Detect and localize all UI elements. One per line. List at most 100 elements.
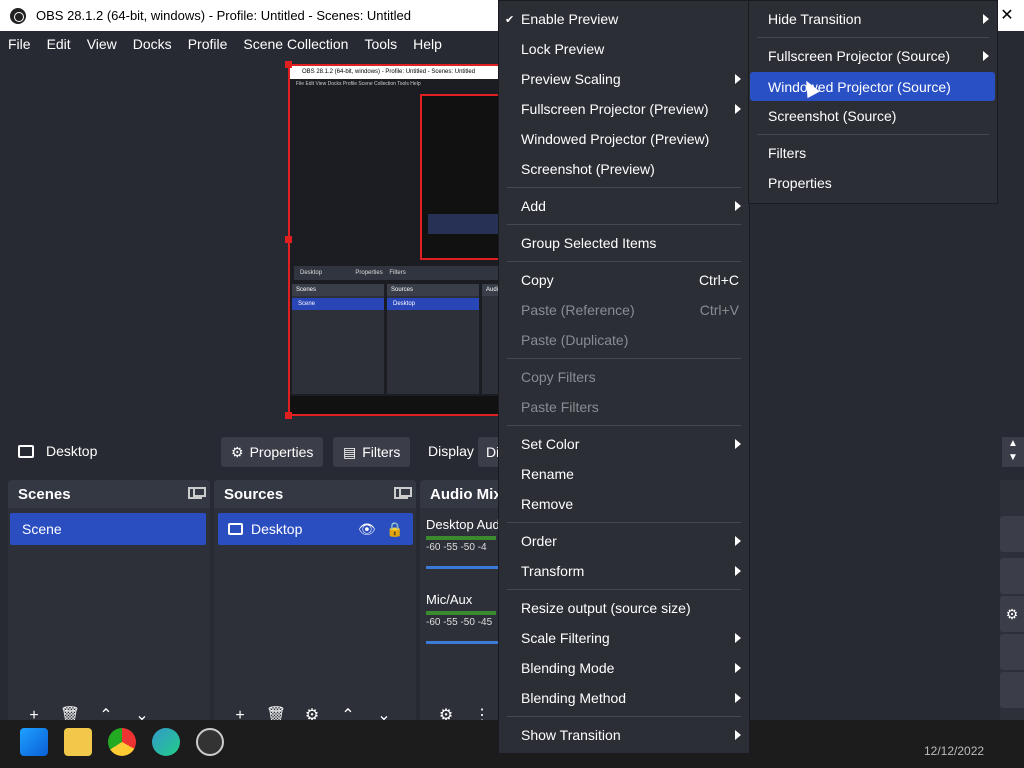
menu-item-order[interactable]: Order bbox=[499, 526, 749, 556]
chevron-right-icon bbox=[735, 201, 741, 211]
menu-item-filters[interactable]: Filters bbox=[749, 138, 997, 168]
gear-icon[interactable]: ⚙ bbox=[1000, 596, 1024, 632]
window-title: OBS 28.1.2 (64-bit, windows) - Profile: … bbox=[36, 8, 411, 23]
clock: 12/12/2022 bbox=[924, 744, 985, 758]
menu-file[interactable]: File bbox=[0, 36, 39, 52]
menu-item-transform[interactable]: Transform bbox=[499, 556, 749, 586]
close-icon[interactable]: ✕ bbox=[996, 4, 1018, 26]
control-button[interactable] bbox=[1000, 634, 1024, 670]
menu-item-copy[interactable]: Copy Ctrl+C bbox=[499, 265, 749, 295]
menu-item-label: Remove bbox=[521, 496, 574, 512]
menu-item-show-transition[interactable]: Show Transition bbox=[499, 720, 749, 750]
menu-item-copy-filters: Copy Filters bbox=[499, 362, 749, 392]
menu-item-label: Set Color bbox=[521, 436, 580, 452]
menu-item-label: Group Selected Items bbox=[521, 235, 657, 251]
control-button[interactable] bbox=[1000, 516, 1024, 552]
menu-item-rename[interactable]: Rename bbox=[499, 459, 749, 489]
chevron-right-icon bbox=[735, 663, 741, 673]
preview-source-frame[interactable]: OBS 28.1.2 (64-bit, windows) - Profile: … bbox=[288, 64, 500, 416]
menu-separator bbox=[507, 187, 741, 188]
menu-item-label: Add bbox=[521, 198, 546, 214]
scenes-title: Scenes bbox=[18, 485, 71, 503]
menu-help[interactable]: Help bbox=[405, 36, 450, 52]
chrome-icon[interactable] bbox=[108, 728, 136, 756]
undock-icon[interactable] bbox=[394, 487, 412, 499]
menu-item-label: Blending Mode bbox=[521, 660, 615, 676]
menu-item-preview-scaling[interactable]: Preview Scaling bbox=[499, 64, 749, 94]
menu-item-label: Screenshot (Preview) bbox=[521, 161, 655, 177]
menu-item-screenshot-source[interactable]: Screenshot (Source) bbox=[749, 101, 997, 131]
menu-item-label: Resize output (source size) bbox=[521, 600, 691, 616]
menu-item-screenshot-preview[interactable]: Screenshot (Preview) bbox=[499, 154, 749, 184]
menu-item-scale-filtering[interactable]: Scale Filtering bbox=[499, 623, 749, 653]
nested-scenes-dock: Scenes Scene bbox=[292, 284, 384, 394]
resize-handle[interactable] bbox=[285, 412, 292, 419]
undock-icon[interactable] bbox=[188, 487, 206, 499]
meter-scale: -60 -55 -50 -45 bbox=[426, 617, 493, 628]
menu-item-label: Hide Transition bbox=[768, 11, 862, 27]
menu-separator bbox=[507, 261, 741, 262]
menu-item-enable-preview[interactable]: ✔ Enable Preview bbox=[499, 4, 749, 34]
menu-item-label: Transform bbox=[521, 563, 585, 579]
nested-menu: File Edit View Docks Profile Scene Colle… bbox=[296, 81, 421, 87]
volume-slider[interactable] bbox=[426, 566, 502, 569]
eye-icon[interactable]: 👁 bbox=[358, 521, 376, 538]
filters-icon: ▤ bbox=[343, 443, 357, 460]
menu-separator bbox=[507, 425, 741, 426]
lock-icon[interactable]: 🔒 bbox=[386, 521, 403, 538]
menu-tools[interactable]: Tools bbox=[356, 36, 405, 52]
obs-taskbar-icon[interactable] bbox=[196, 728, 224, 756]
nested-source-item: Desktop bbox=[387, 298, 479, 310]
chevron-right-icon bbox=[735, 633, 741, 643]
resize-handle[interactable] bbox=[285, 236, 292, 243]
check-icon: ✔ bbox=[505, 13, 515, 26]
gear-icon: ⚙ bbox=[231, 443, 244, 460]
file-explorer-icon[interactable] bbox=[64, 728, 92, 756]
scene-item[interactable]: Scene bbox=[10, 513, 206, 545]
menu-item-label: Lock Preview bbox=[521, 41, 605, 57]
control-button[interactable] bbox=[1000, 672, 1024, 708]
menu-item-label: Copy Filters bbox=[521, 369, 596, 385]
resize-handle[interactable] bbox=[285, 61, 292, 68]
edge-icon[interactable] bbox=[152, 728, 180, 756]
menu-item-group-selected[interactable]: Group Selected Items bbox=[499, 228, 749, 258]
control-button[interactable] bbox=[1000, 558, 1024, 594]
source-item[interactable]: Desktop 👁 🔒 bbox=[218, 513, 413, 545]
menu-item-lock-preview[interactable]: Lock Preview bbox=[499, 34, 749, 64]
menu-view[interactable]: View bbox=[79, 36, 125, 52]
source-item-label: Desktop bbox=[251, 521, 303, 537]
menu-item-fullscreen-projector-source[interactable]: Fullscreen Projector (Source) bbox=[749, 41, 997, 71]
menu-profile[interactable]: Profile bbox=[180, 36, 236, 52]
menu-item-hide-transition[interactable]: Hide Transition bbox=[749, 4, 997, 34]
filters-label: Filters bbox=[362, 444, 401, 460]
menu-item-blending-method[interactable]: Blending Method bbox=[499, 683, 749, 713]
spinner-arrows-icon[interactable]: ▲ ▼ bbox=[1002, 437, 1024, 467]
menu-item-label: Enable Preview bbox=[521, 11, 619, 27]
menu-item-shortcut: Ctrl+C bbox=[698, 272, 739, 288]
nested-sources-header: Sources bbox=[387, 284, 479, 296]
filters-button[interactable]: ▤ Filters bbox=[333, 437, 411, 467]
menu-scene-collection[interactable]: Scene Collection bbox=[235, 36, 356, 52]
menu-item-windowed-projector-preview[interactable]: Windowed Projector (Preview) bbox=[499, 124, 749, 154]
menu-item-remove[interactable]: Remove bbox=[499, 489, 749, 519]
menu-item-label: Blending Method bbox=[521, 690, 627, 706]
menu-edit[interactable]: Edit bbox=[39, 36, 79, 52]
chevron-right-icon bbox=[735, 566, 741, 576]
nested-properties: Properties bbox=[355, 270, 383, 276]
windows-start-icon[interactable] bbox=[20, 728, 48, 756]
menu-item-set-color[interactable]: Set Color bbox=[499, 429, 749, 459]
menu-item-fullscreen-projector-preview[interactable]: Fullscreen Projector (Preview) bbox=[499, 94, 749, 124]
menu-item-resize-output[interactable]: Resize output (source size) bbox=[499, 593, 749, 623]
volume-slider[interactable] bbox=[426, 641, 502, 644]
menu-item-label: Paste Filters bbox=[521, 399, 599, 415]
menu-docks[interactable]: Docks bbox=[125, 36, 180, 52]
properties-button[interactable]: ⚙ Properties bbox=[221, 437, 324, 467]
menu-item-windowed-projector-source[interactable]: Windowed Projector (Source) bbox=[750, 72, 995, 101]
menu-item-blending-mode[interactable]: Blending Mode bbox=[499, 653, 749, 683]
chevron-right-icon bbox=[735, 536, 741, 546]
menu-separator bbox=[507, 224, 741, 225]
menu-item-add[interactable]: Add bbox=[499, 191, 749, 221]
menu-item-properties[interactable]: Properties bbox=[749, 168, 997, 198]
menu-item-label: Filters bbox=[768, 145, 807, 161]
menu-item-label: Preview Scaling bbox=[521, 71, 621, 87]
